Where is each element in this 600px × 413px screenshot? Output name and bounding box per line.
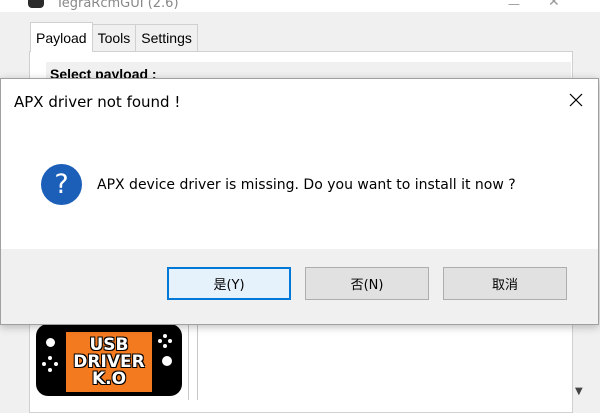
usb-driver-status-image: USB DRIVER K.O bbox=[30, 320, 189, 400]
scroll-down-arrow-icon[interactable]: ▼ bbox=[575, 386, 583, 397]
tab-bar: Payload Tools Settings bbox=[30, 22, 198, 52]
tab-payload[interactable]: Payload bbox=[30, 22, 93, 52]
background-close-icon[interactable]: ✕ bbox=[548, 0, 560, 10]
usb-driver-text-line1: USB bbox=[89, 334, 129, 355]
payload-list[interactable] bbox=[197, 320, 572, 400]
yes-button[interactable]: 是(Y) bbox=[167, 267, 291, 300]
usb-driver-screen: USB DRIVER K.O bbox=[66, 332, 152, 392]
question-icon: ? bbox=[41, 164, 82, 205]
switch-console-icon: USB DRIVER K.O bbox=[36, 324, 182, 396]
dialog-title: APX driver not found ! bbox=[14, 93, 181, 111]
cancel-button[interactable]: 取消 bbox=[443, 267, 567, 300]
minimize-icon[interactable]: — bbox=[508, 0, 520, 11]
usb-driver-text-line2: DRIVER bbox=[73, 351, 145, 372]
message-dialog: APX driver not found ! ? APX device driv… bbox=[0, 78, 599, 325]
no-button[interactable]: 否(N) bbox=[305, 267, 429, 300]
tab-tools[interactable]: Tools bbox=[91, 24, 137, 51]
abxy-buttons-icon bbox=[158, 334, 172, 348]
left-stick-icon bbox=[46, 338, 55, 347]
dpad-icon bbox=[42, 356, 58, 372]
app-logo-icon bbox=[28, 0, 44, 8]
background-window-title: TegraRcmGUI (2.6) bbox=[56, 0, 179, 11]
right-stick-icon bbox=[162, 356, 172, 366]
tab-settings[interactable]: Settings bbox=[135, 24, 198, 51]
usb-driver-text-line3: K.O bbox=[91, 368, 127, 389]
dialog-button-bar: 是(Y) 否(N) 取消 bbox=[1, 249, 598, 324]
close-icon[interactable] bbox=[561, 87, 591, 113]
dialog-message: APX device driver is missing. Do you wan… bbox=[97, 177, 516, 193]
